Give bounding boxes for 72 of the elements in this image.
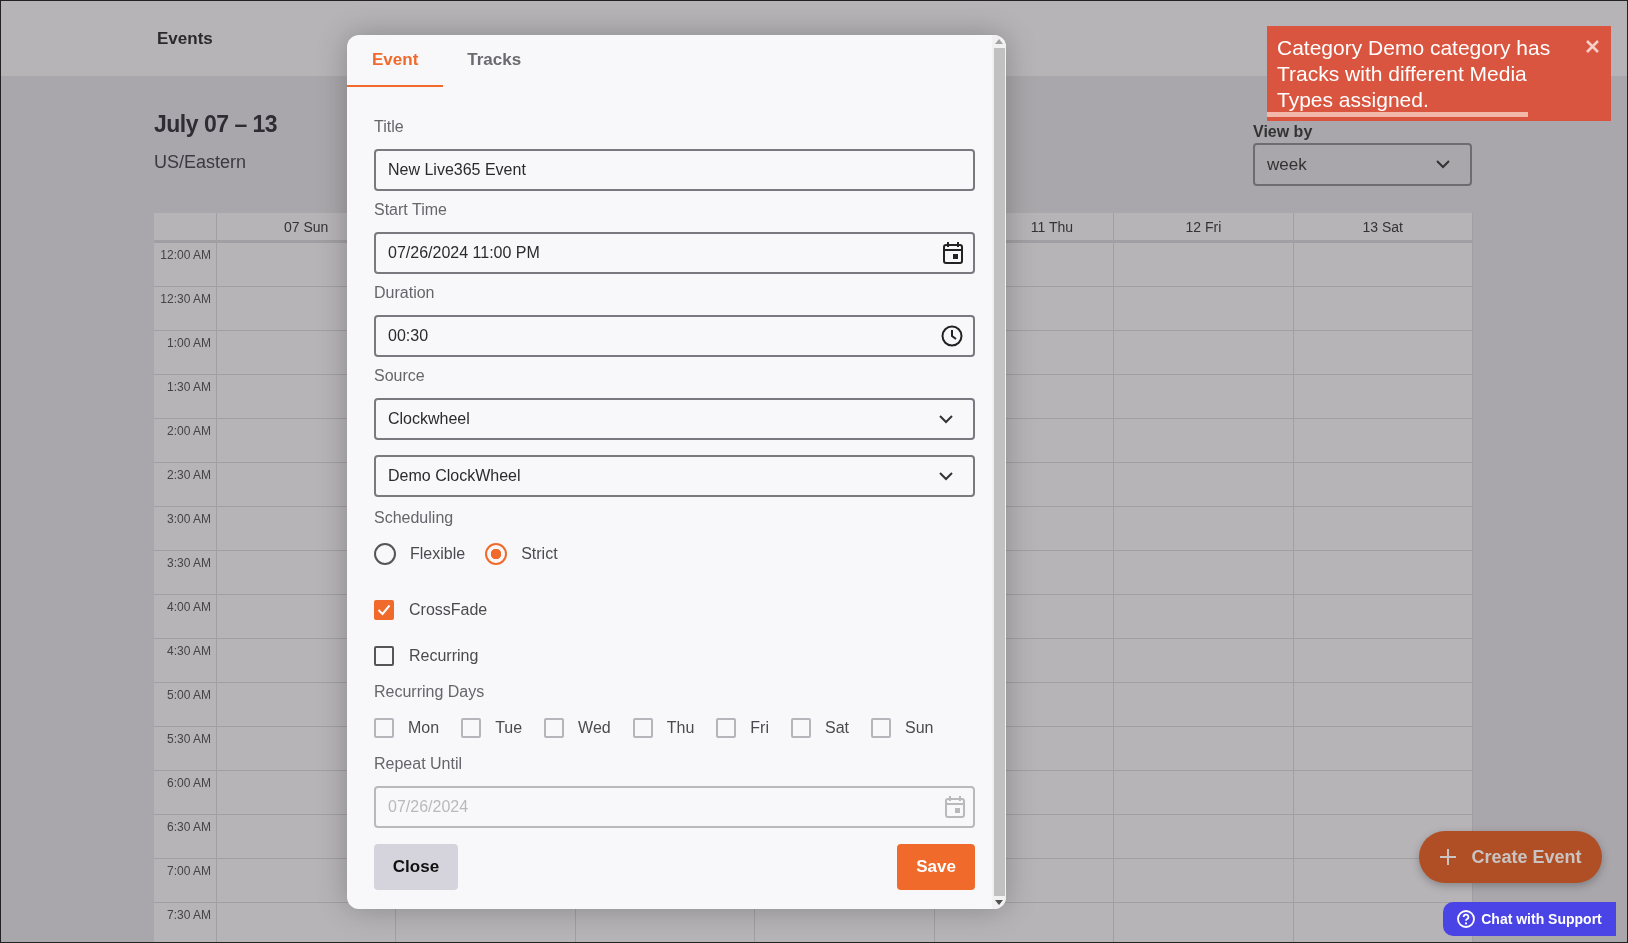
scroll-down-icon[interactable]: [995, 900, 1003, 905]
checkbox[interactable]: [632, 718, 653, 738]
scrollbar[interactable]: [992, 35, 1006, 909]
input-field[interactable]: New Live365 Event: [374, 149, 975, 191]
view-by-select[interactable]: week: [1253, 143, 1472, 186]
chevron-down-icon: [1436, 160, 1450, 169]
week-range: July 07 – 13: [154, 111, 278, 138]
day-checkbox[interactable]: Wed: [544, 718, 611, 738]
field-label: Recurring Days: [374, 682, 485, 702]
time-label: 4:30 AM: [154, 639, 217, 682]
day-checkbox[interactable]: Thu: [632, 718, 695, 738]
checkbox[interactable]: [870, 718, 891, 738]
checkbox[interactable]: [374, 646, 394, 666]
timezone: US/Eastern: [154, 152, 248, 173]
day-checkbox[interactable]: Mon: [374, 718, 440, 738]
chat-support-button[interactable]: Chat with Support: [1443, 902, 1616, 936]
time-label: 2:00 AM: [154, 419, 217, 462]
page-title: Events: [157, 28, 213, 49]
day-checkbox[interactable]: Tue: [461, 718, 523, 738]
field-label: Duration: [374, 283, 435, 303]
time-label: 1:00 AM: [154, 331, 217, 374]
help-icon: [1457, 910, 1476, 928]
calendar-icon: [943, 242, 963, 264]
time-label: 7:00 AM: [154, 859, 217, 902]
radio-button[interactable]: [485, 543, 508, 565]
checkbox[interactable]: [790, 718, 811, 738]
field-label: Title: [374, 117, 404, 137]
time-label: 6:00 AM: [154, 771, 217, 814]
time-label: 5:30 AM: [154, 727, 217, 770]
radio-option[interactable]: Strict: [485, 543, 558, 565]
select-field[interactable]: Demo ClockWheel: [374, 455, 975, 497]
input-field[interactable]: 00:30: [374, 315, 975, 357]
calendar-icon: [945, 796, 965, 818]
chevron-down-icon: [939, 414, 953, 424]
time-label: 3:00 AM: [154, 507, 217, 550]
checkbox[interactable]: [461, 718, 482, 738]
time-label: 1:30 AM: [154, 375, 217, 418]
plus-icon: [1439, 848, 1458, 866]
chevron-down-icon: [939, 471, 953, 481]
time-label: 5:00 AM: [154, 683, 217, 726]
radio-option[interactable]: Flexible: [374, 543, 466, 565]
checkbox[interactable]: [544, 718, 565, 738]
day-header: 13 Sat: [1293, 213, 1473, 240]
checkbox[interactable]: [716, 718, 737, 738]
dialog-tab[interactable]: Tracks: [443, 35, 546, 87]
field-label: Scheduling: [374, 508, 454, 528]
time-label: 4:00 AM: [154, 595, 217, 638]
day-header: 12 Fri: [1114, 213, 1294, 240]
time-label: 12:30 AM: [154, 287, 217, 330]
select-field[interactable]: Clockwheel: [374, 398, 975, 440]
day-checkbox[interactable]: Sat: [790, 718, 849, 738]
close-button[interactable]: Close: [374, 844, 458, 890]
time-label: 7:30 AM: [154, 903, 217, 942]
time-label: 3:30 AM: [154, 551, 217, 594]
checkbox[interactable]: [374, 600, 394, 620]
close-icon[interactable]: [1586, 40, 1599, 53]
field-label: Repeat Until: [374, 754, 463, 774]
scroll-up-icon[interactable]: [995, 39, 1003, 44]
day-checkbox[interactable]: Sun: [870, 718, 934, 738]
checkbox-option[interactable]: CrossFade: [374, 595, 975, 625]
toast-message: Category Demo category has Tracks with different Media Types assigned.: [1277, 35, 1552, 113]
clock-icon: [941, 325, 963, 347]
checkbox[interactable]: [374, 718, 394, 738]
day-checkbox[interactable]: Fri: [716, 718, 769, 738]
input-field[interactable]: 07/26/2024 11:00 PM: [374, 232, 975, 274]
time-label: 2:30 AM: [154, 463, 217, 506]
checkbox-option[interactable]: Recurring: [374, 641, 975, 671]
view-by-label: View by: [1253, 123, 1314, 141]
time-label: 6:30 AM: [154, 815, 217, 858]
radio-button[interactable]: [374, 543, 396, 565]
field-label: Source: [374, 366, 425, 386]
time-label: 12:00 AM: [154, 243, 217, 286]
